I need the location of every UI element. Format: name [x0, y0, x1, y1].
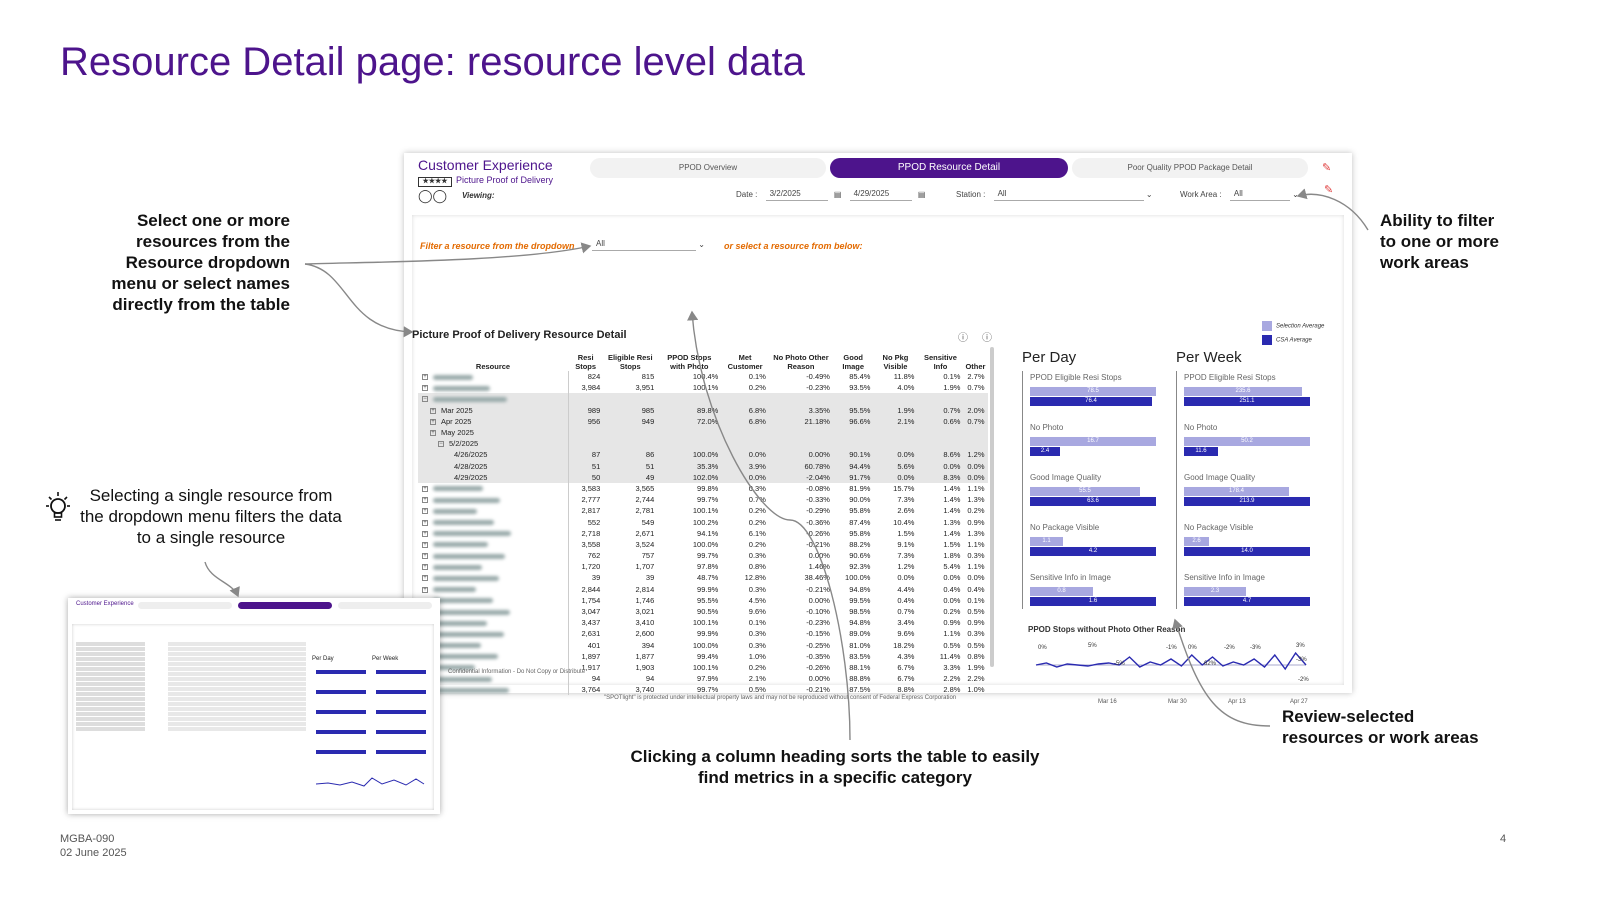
annotation-arrows	[204, 188, 1369, 741]
footer-code: MGBA-090	[60, 833, 115, 845]
page-number: 4	[1500, 833, 1507, 845]
footer-date: 02 June 2025	[60, 847, 127, 859]
